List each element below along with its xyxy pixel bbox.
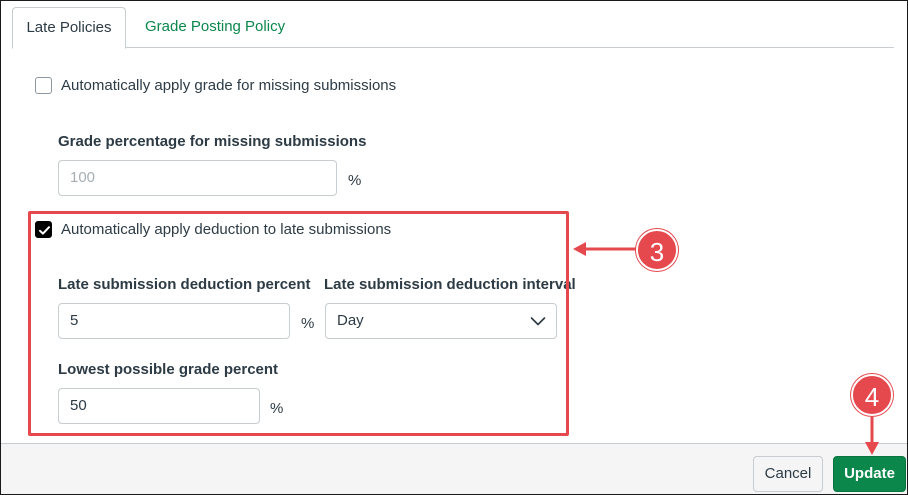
missing-submissions-checkbox-label: Automatically apply grade for missing su…	[61, 77, 397, 94]
update-button[interactable]: Update	[833, 456, 906, 492]
annotation-arrow-left-icon	[573, 242, 641, 256]
tab-late-policies[interactable]: Late Policies	[12, 7, 126, 49]
cancel-button[interactable]: Cancel	[753, 456, 823, 492]
tab-grade-posting-policy-label: Grade Posting Policy	[145, 18, 286, 35]
annotation-callout-4: 4	[851, 374, 893, 416]
missing-grade-unit: %	[348, 172, 362, 189]
missing-grade-value: 100	[70, 169, 96, 186]
missing-submissions-checkbox[interactable]	[35, 77, 52, 94]
missing-submissions-checkbox-row[interactable]: Automatically apply grade for missing su…	[35, 77, 396, 94]
missing-grade-input: 100	[58, 160, 337, 196]
dialog-footer: Cancel Update	[1, 443, 907, 494]
annotation-highlight-box	[28, 211, 569, 436]
annotation-callout-3: 3	[636, 229, 678, 271]
annotation-arrow-down-icon	[865, 417, 879, 455]
tab-late-policies-label: Late Policies	[26, 19, 112, 36]
late-policies-dialog: Late Policies Grade Posting Policy Autom…	[0, 0, 908, 495]
policy-tabs: Late Policies Grade Posting Policy	[12, 7, 894, 49]
missing-grade-label: Grade percentage for missing submissions	[58, 133, 367, 150]
tab-grade-posting-policy[interactable]: Grade Posting Policy	[130, 7, 300, 48]
